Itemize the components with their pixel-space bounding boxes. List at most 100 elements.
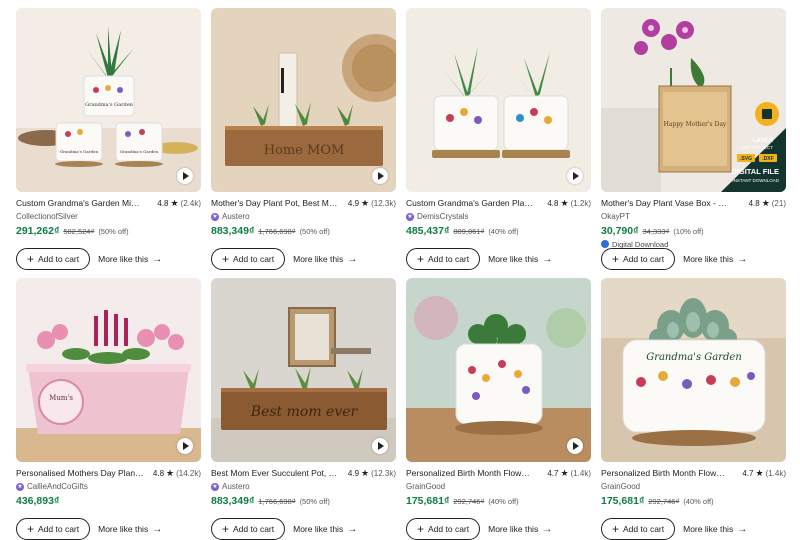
plus-icon: + — [417, 522, 425, 536]
play-video-icon[interactable] — [177, 168, 193, 184]
shop-name[interactable]: CollectionofSilver — [16, 211, 201, 222]
rating: 4.9 ★ (12.3k) — [347, 197, 396, 208]
shop-name[interactable]: GrainGood — [406, 481, 591, 492]
more-like-this-link[interactable]: More like this → — [488, 254, 552, 265]
more-like-this-link[interactable]: More like this → — [98, 524, 162, 535]
listing-card[interactable]: Home MOM Mother's Day Plant Pot, Best Mo… — [211, 8, 396, 270]
price-row: 175,681₫ 292,746₫ (40% off) — [406, 495, 591, 508]
sale-price: 30,790₫ — [601, 225, 639, 237]
arrow-right-icon: → — [542, 253, 553, 265]
listing-title[interactable]: Custom Grandma's Garden Plant... — [406, 198, 534, 208]
product-image[interactable]: Best mom ever — [211, 278, 396, 462]
arrow-right-icon: → — [542, 523, 553, 535]
pot-engraving: Home MOM — [264, 143, 345, 158]
shop-name[interactable]: GrainGood — [601, 481, 786, 492]
price-row: 175,681₫ 292,746₫ (40% off) — [601, 495, 786, 508]
arrow-right-icon: → — [347, 523, 358, 535]
shop-name[interactable]: ★ CallieAndCoGifts — [16, 481, 201, 492]
shop-name[interactable]: ★ DemisCrystals — [406, 211, 591, 222]
original-price: 34,333₫ — [642, 227, 670, 236]
sale-price: 883,349₫ — [211, 495, 255, 507]
star-icon: ★ — [361, 467, 370, 478]
pot-label: Mum's — [49, 394, 73, 402]
listing-card[interactable]: Grandma's Garden Grandma's Garden Grandm… — [16, 8, 201, 270]
discount: (40% off) — [488, 227, 519, 236]
svg-text:.SVG: .SVG — [740, 156, 752, 162]
more-like-this-link[interactable]: More like this → — [683, 524, 747, 535]
listing-title[interactable]: Personalized Birth Month Flower... — [406, 468, 534, 478]
product-image[interactable]: Grandma's Garden — [601, 278, 786, 462]
listing-title[interactable]: Personalized Birth Month Flower... — [601, 468, 729, 478]
listing-title[interactable]: Personalised Mothers Day Plant... — [16, 468, 144, 478]
play-video-icon[interactable] — [567, 438, 583, 454]
shop-name[interactable]: ★ Austero — [211, 211, 396, 222]
more-like-this-link[interactable]: More like this → — [683, 254, 747, 265]
product-image[interactable]: Happy Mother's Day LASER CUT PROJECT .SV… — [601, 8, 786, 192]
play-video-icon[interactable] — [372, 438, 388, 454]
original-price: 292,746₫ — [648, 497, 680, 506]
listing-title[interactable]: Best Mom Ever Succulent Pot, C... — [211, 468, 339, 478]
rating: 4.8 ★ (2.4k) — [157, 197, 201, 208]
sale-price: 485,437₫ — [406, 225, 450, 237]
more-like-this-link[interactable]: More like this → — [293, 524, 357, 535]
svg-text:DIGITAL FILE: DIGITAL FILE — [731, 167, 779, 176]
price-row: 291,262₫ 582,524₫ (50% off) — [16, 225, 201, 238]
add-to-cart-button[interactable]: + Add to cart — [406, 248, 481, 270]
product-image[interactable]: Grandma's Garden Grandma's Garden Grandm… — [16, 8, 201, 192]
add-to-cart-button[interactable]: + Add to cart — [406, 518, 481, 540]
price-row: 436,893₫ — [16, 495, 201, 508]
arrow-right-icon: → — [152, 253, 163, 265]
rating: 4.7 ★ (1.4k) — [742, 467, 786, 478]
pot-label: Grandma's Garden — [85, 102, 134, 108]
star-icon: ★ — [761, 197, 770, 208]
discount: (40% off) — [683, 497, 714, 506]
listing-title[interactable]: Custom Grandma's Garden Mini ... — [16, 198, 144, 208]
listing-card[interactable]: Happy Mother's Day LASER CUT PROJECT .SV… — [601, 8, 786, 270]
listing-title[interactable]: Mother's Day Plant Vase Box - La... — [601, 198, 729, 208]
star-seller-icon: ★ — [406, 212, 414, 221]
add-to-cart-button[interactable]: + Add to cart — [16, 518, 91, 540]
add-to-cart-button[interactable]: + Add to cart — [601, 248, 676, 270]
price-row: 883,349₫ 1,766,698₫ (50% off) — [211, 495, 396, 508]
shop-name[interactable]: OkayPT — [601, 211, 786, 222]
add-to-cart-button[interactable]: + Add to cart — [211, 248, 286, 270]
arrow-right-icon: → — [737, 253, 748, 265]
plus-icon: + — [222, 252, 230, 266]
product-image[interactable]: Home MOM — [211, 8, 396, 192]
play-video-icon[interactable] — [372, 168, 388, 184]
plus-icon: + — [612, 252, 620, 266]
discount: (50% off) — [299, 227, 330, 236]
plus-icon: + — [612, 522, 620, 536]
listing-card[interactable]: Best mom ever Best Mom Ever Succulent Po… — [211, 278, 396, 540]
shop-name[interactable]: ★ Austero — [211, 481, 396, 492]
add-to-cart-button[interactable]: + Add to cart — [211, 518, 286, 540]
more-like-this-link[interactable]: More like this → — [488, 524, 552, 535]
listing-title[interactable]: Mother's Day Plant Pot, Best Mo... — [211, 198, 339, 208]
star-icon: ★ — [560, 197, 569, 208]
discount: (50% off) — [299, 497, 330, 506]
add-to-cart-button[interactable]: + Add to cart — [16, 248, 91, 270]
more-like-this-link[interactable]: More like this → — [293, 254, 357, 265]
listing-card[interactable]: Mum's Personalised Mothers Day Plant... … — [16, 278, 201, 540]
play-video-icon[interactable] — [177, 438, 193, 454]
svg-text:LASER: LASER — [753, 138, 774, 144]
listing-card[interactable]: Custom Grandma's Garden Plant... 4.8 ★ (1.… — [406, 8, 591, 270]
plus-icon: + — [27, 252, 35, 266]
original-price: 809,061₫ — [453, 227, 485, 236]
add-to-cart-button[interactable]: + Add to cart — [601, 518, 676, 540]
svg-text:Grandma's Garden: Grandma's Garden — [120, 149, 159, 154]
sale-price: 175,681₫ — [406, 495, 450, 507]
listing-card[interactable]: Grandma's Garden Personalized Birth Mont… — [601, 278, 786, 540]
original-price: 292,746₫ — [453, 497, 485, 506]
svg-text:CUT PROJECT: CUT PROJECT — [742, 145, 774, 150]
listing-grid: Grandma's Garden Grandma's Garden Grandm… — [16, 8, 786, 540]
original-price: 582,524₫ — [63, 227, 95, 236]
original-price: 1,766,698₫ — [258, 497, 296, 506]
listing-card[interactable]: Personalized Birth Month Flower... 4.7 ★(… — [406, 278, 591, 540]
more-like-this-link[interactable]: More like this → — [98, 254, 162, 265]
product-image[interactable] — [406, 8, 591, 192]
product-image[interactable]: Mum's — [16, 278, 201, 462]
star-icon: ★ — [560, 467, 569, 478]
play-video-icon[interactable] — [567, 168, 583, 184]
product-image[interactable] — [406, 278, 591, 462]
